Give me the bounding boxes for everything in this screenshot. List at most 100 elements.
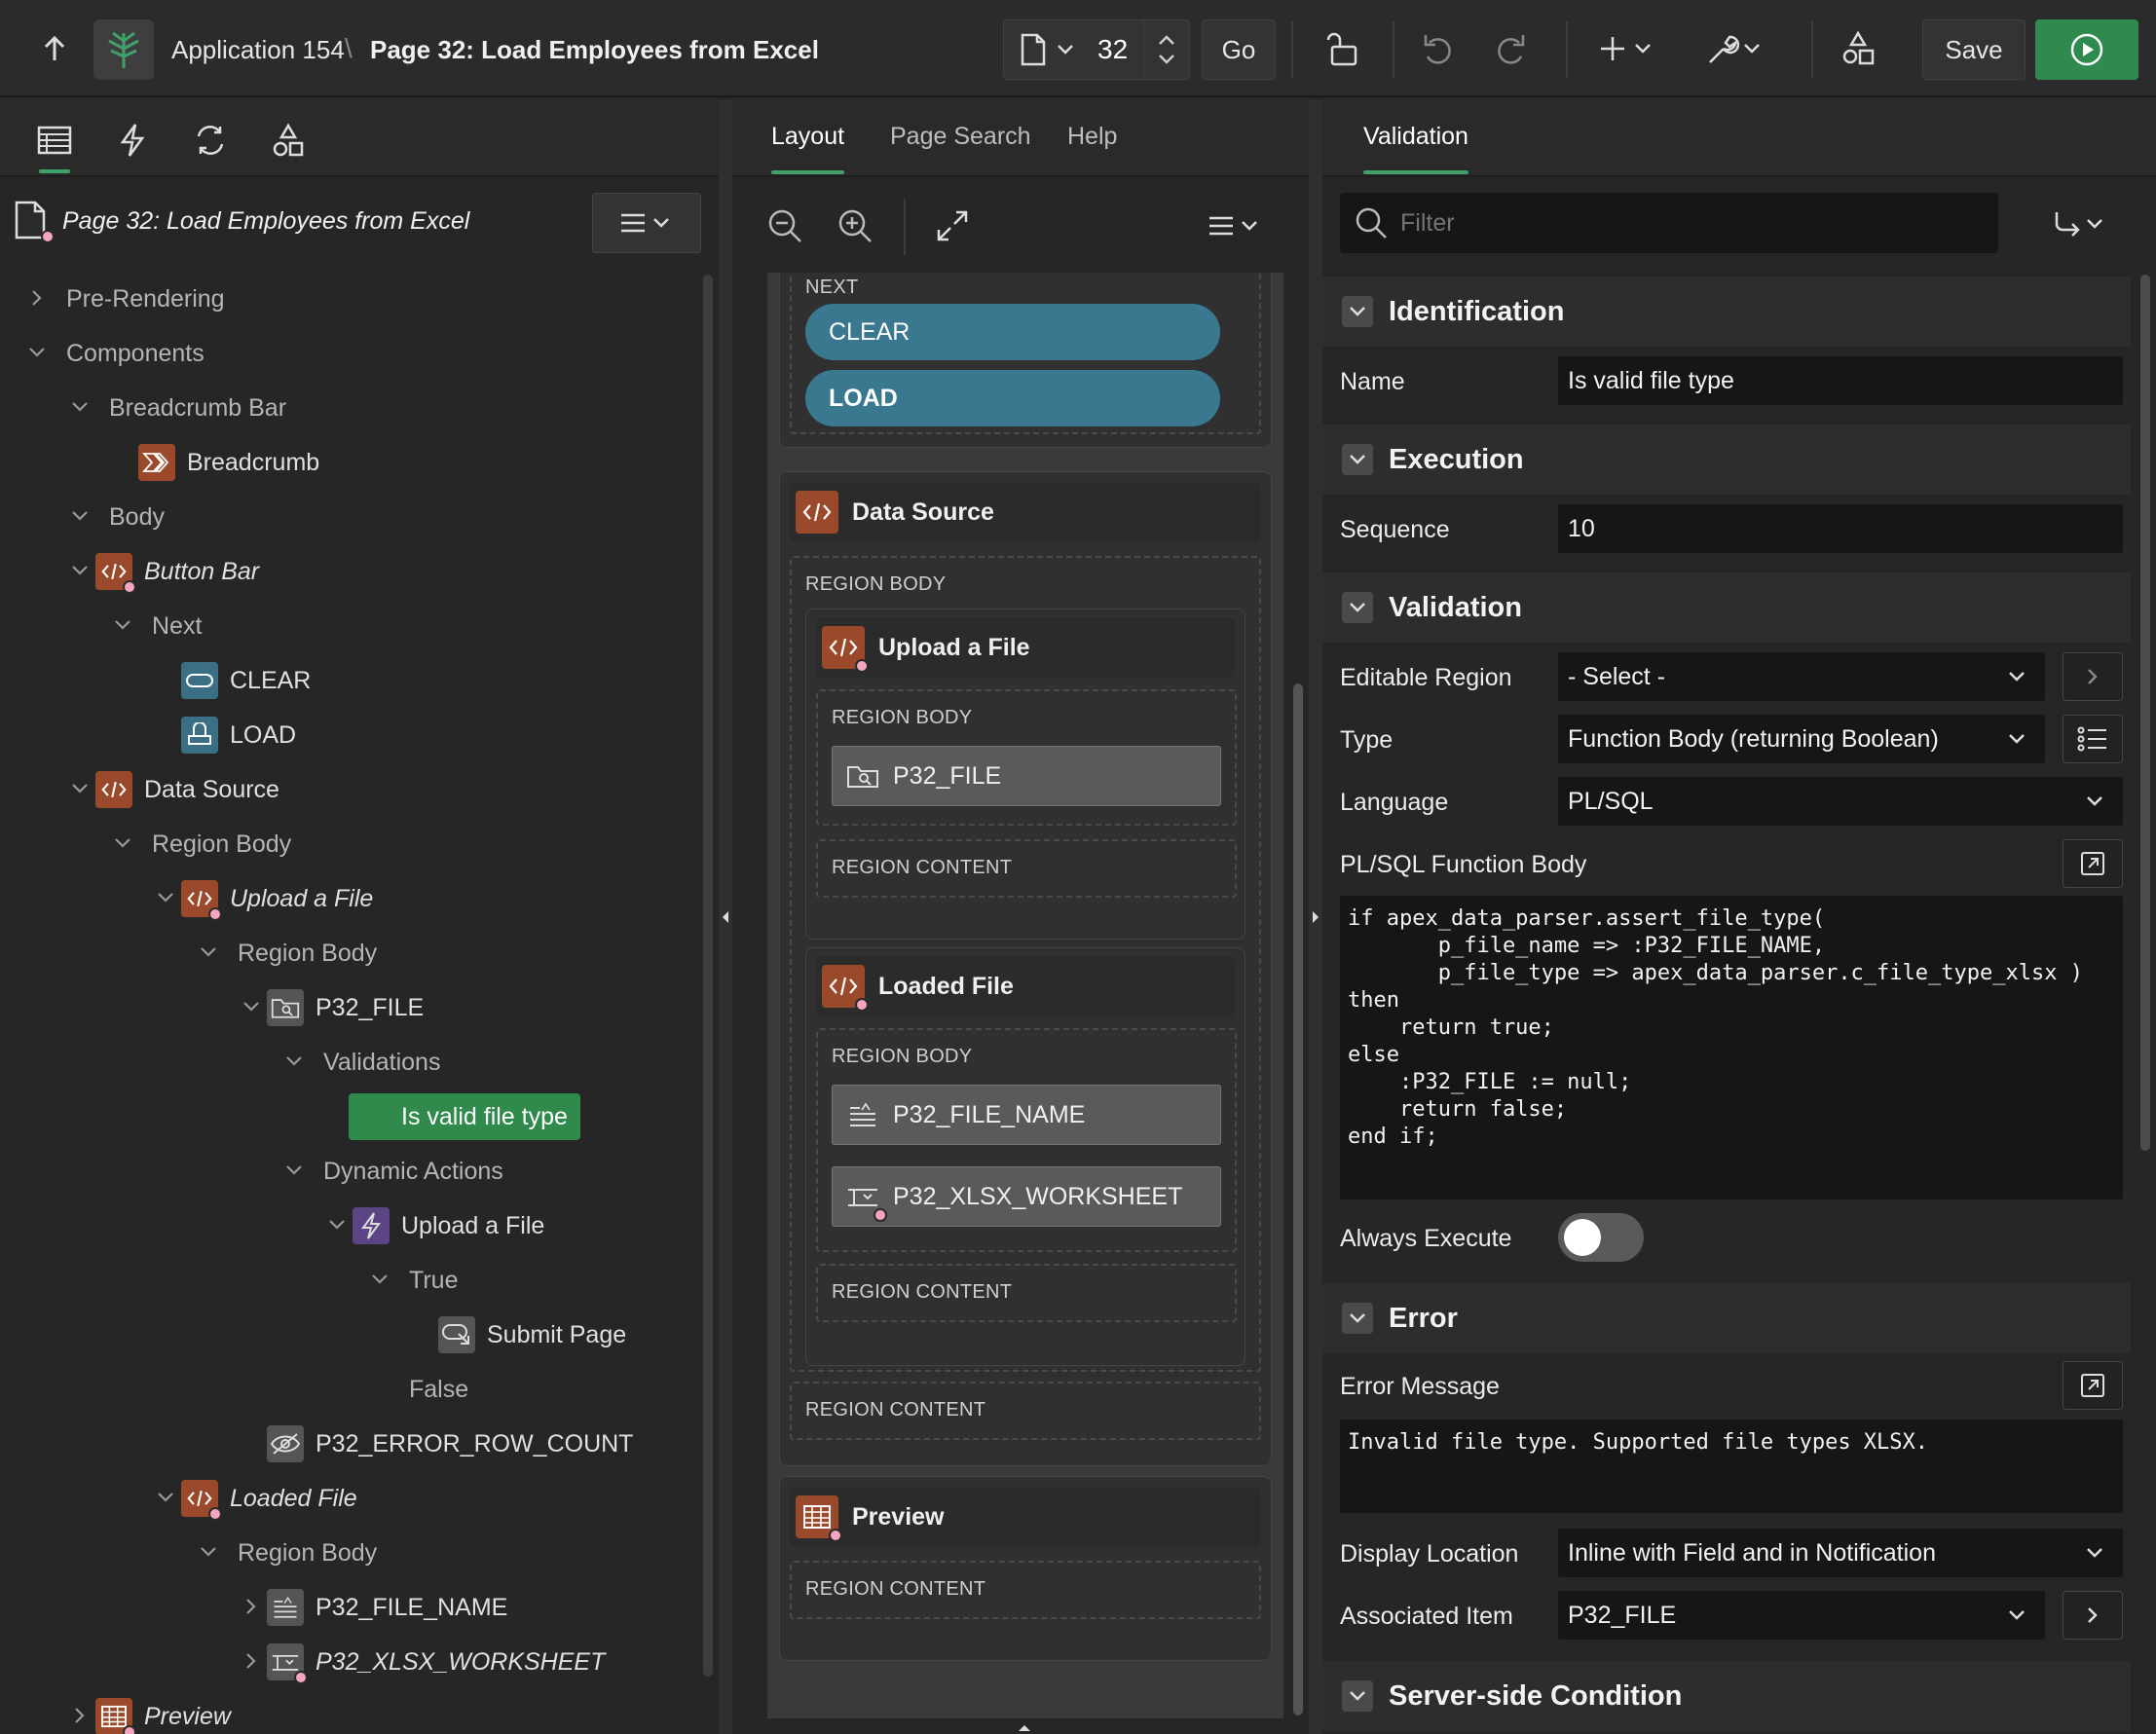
tree-node-true[interactable]: True (409, 1256, 458, 1305)
save-button[interactable]: Save (1922, 19, 2026, 80)
tree-node-p32-file-name[interactable]: P32_FILE_NAME (316, 1583, 507, 1632)
chevron-right-icon[interactable] (242, 1597, 261, 1616)
tree-node-p32-file[interactable]: P32_FILE (316, 983, 424, 1032)
page-stepper[interactable] (1143, 19, 1190, 80)
collapse-left-icon[interactable] (719, 907, 732, 927)
collapse-bottom-icon[interactable] (1015, 1721, 1034, 1733)
chevron-down-icon[interactable] (70, 561, 90, 580)
tree-node-preview[interactable]: Preview (144, 1692, 231, 1734)
chevron-down-icon[interactable] (1342, 296, 1373, 327)
redo-icon[interactable] (1490, 29, 1529, 68)
zoom-out-icon[interactable] (765, 206, 804, 250)
chevron-down-icon[interactable] (242, 997, 261, 1016)
chevron-down-icon[interactable] (27, 343, 47, 362)
data-source-header[interactable]: Data Source (790, 482, 1261, 542)
tree-node-pre-rendering[interactable]: Pre-Rendering (66, 275, 225, 323)
chevron-down-icon[interactable] (199, 1542, 218, 1562)
loaded-file-region[interactable]: Loaded File REGION BODY P32_FILE_NAME P3… (805, 947, 1245, 1366)
chevron-down-icon[interactable] (1342, 1303, 1373, 1334)
data-source-region[interactable]: Data Source REGION BODY Upload a File RE… (779, 471, 1272, 1466)
chevron-up-icon[interactable] (1158, 33, 1175, 47)
upload-a-file-header[interactable]: Upload a File (816, 617, 1235, 678)
editable-region-select[interactable]: - Select - (1558, 652, 2045, 701)
tree-node-next[interactable]: Next (152, 602, 202, 650)
collapse-right-icon[interactable] (1309, 907, 1322, 927)
rendering-tab-icon[interactable] (31, 117, 78, 164)
associated-item-select[interactable]: P32_FILE (1558, 1591, 2045, 1640)
tab-help[interactable]: Help (1067, 123, 1117, 151)
dynamic-actions-tab-icon[interactable] (109, 117, 156, 164)
tree-node-clear[interactable]: CLEAR (230, 656, 311, 705)
panel-splitter-right[interactable] (1309, 99, 1322, 1734)
chevron-down-icon[interactable] (70, 506, 90, 526)
button-bar-region[interactable]: NEXT CLEAR LOAD (779, 273, 1272, 448)
chevron-down-icon[interactable] (284, 1051, 304, 1071)
run-page-button[interactable] (2035, 19, 2138, 80)
plus-create-icon[interactable] (1597, 29, 1659, 68)
upload-a-file-region[interactable]: Upload a File REGION BODY P32_FILE REGIO… (805, 609, 1245, 940)
load-button-preview[interactable]: LOAD (805, 370, 1220, 426)
chevron-down-icon[interactable] (1158, 53, 1175, 66)
chevron-down-icon[interactable] (1342, 592, 1373, 623)
shared-components-tab-icon[interactable] (265, 117, 312, 164)
tree-node-body[interactable]: Body (109, 493, 165, 541)
display-location-select[interactable]: Inline with Field and in Notification (1558, 1529, 2123, 1577)
language-select[interactable]: PL/SQL (1558, 777, 2123, 826)
tree-node-is-valid-file-type[interactable]: Is valid file type (401, 1092, 568, 1141)
chevron-down-icon[interactable] (70, 397, 90, 417)
tree-node-false[interactable]: False (409, 1365, 468, 1414)
tree-scrollbar[interactable] (703, 275, 713, 1677)
layout-scrollbar[interactable] (1293, 683, 1303, 1716)
name-field[interactable]: Is valid file type (1558, 356, 2123, 405)
error-message-textarea[interactable]: Invalid file type. Supported file types … (1340, 1420, 2123, 1513)
application-name[interactable]: Application 154 (171, 35, 345, 65)
zoom-in-icon[interactable] (836, 206, 874, 250)
loaded-file-header[interactable]: Loaded File (816, 956, 1235, 1016)
section-validation[interactable]: Validation (1322, 572, 2131, 643)
tree-node-p32-error-row-count[interactable]: P32_ERROR_ROW_COUNT (316, 1420, 633, 1468)
property-scrollbar[interactable] (2140, 275, 2150, 1151)
expand-error-editor-button[interactable] (2063, 1361, 2123, 1410)
tree-node-submit-page[interactable]: Submit Page (487, 1310, 626, 1359)
sequence-field[interactable]: 10 (1558, 504, 2123, 553)
up-arrow-icon[interactable] (35, 29, 74, 68)
tree-node-dynamic-actions[interactable]: Dynamic Actions (323, 1147, 503, 1196)
unlock-icon[interactable] (1322, 29, 1361, 68)
tree-node-breadcrumb-bar[interactable]: Breadcrumb Bar (109, 384, 286, 432)
tree-node-upload-a-file[interactable]: Upload a File (230, 874, 373, 923)
chevron-down-icon[interactable] (327, 1215, 347, 1235)
section-server-side-condition[interactable]: Server-side Condition (1322, 1661, 2131, 1731)
shared-components-icon[interactable] (1839, 29, 1877, 68)
tree-node-load[interactable]: LOAD (230, 711, 296, 759)
p32-file-item[interactable]: P32_FILE (832, 746, 1221, 806)
filter-input-box[interactable] (1340, 193, 1998, 253)
chevron-right-icon[interactable] (27, 288, 47, 308)
tree-node-region-body[interactable]: Region Body (238, 929, 377, 978)
tab-validation[interactable]: Validation (1363, 123, 1468, 174)
preview-header[interactable]: Preview (790, 1487, 1261, 1547)
plsql-code-editor[interactable]: if apex_data_parser.assert_file_type( p_… (1340, 896, 2123, 1199)
chevron-down-icon[interactable] (284, 1161, 304, 1180)
chevron-down-icon[interactable] (370, 1270, 390, 1289)
tree-node-data-source[interactable]: Data Source (144, 765, 279, 814)
wrench-utilities-icon[interactable] (1704, 29, 1766, 68)
processing-tab-icon[interactable] (187, 117, 234, 164)
go-to-region-button[interactable] (2063, 652, 2123, 701)
panel-splitter-left[interactable] (719, 99, 732, 1734)
chevron-down-icon[interactable] (113, 833, 132, 853)
tree-node-validations[interactable]: Validations (323, 1038, 440, 1087)
chevron-down-icon[interactable] (70, 779, 90, 798)
chevron-down-icon[interactable] (199, 942, 218, 962)
p32-xlsx-worksheet-item[interactable]: P32_XLSX_WORKSHEET (832, 1166, 1221, 1227)
chevron-down-icon[interactable] (156, 888, 175, 907)
section-error[interactable]: Error (1322, 1283, 2131, 1353)
go-to-item-button[interactable] (2063, 1591, 2123, 1640)
type-select[interactable]: Function Body (returning Boolean) (1558, 715, 2045, 763)
chevron-right-icon[interactable] (70, 1706, 90, 1725)
go-button[interactable]: Go (1202, 19, 1276, 80)
clear-button-preview[interactable]: CLEAR (805, 304, 1220, 360)
page-number-input[interactable]: 32 (1097, 34, 1128, 65)
layout-menu-button[interactable] (1206, 214, 1264, 242)
tree-node-button-bar[interactable]: Button Bar (144, 547, 259, 596)
always-execute-toggle[interactable] (1558, 1213, 1644, 1262)
